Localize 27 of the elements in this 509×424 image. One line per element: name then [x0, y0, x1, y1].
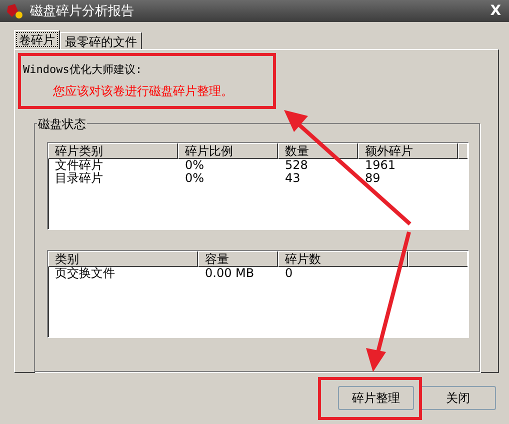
column-header[interactable]: 碎片比例 — [178, 143, 278, 160]
column-header[interactable]: 碎片类别 — [48, 143, 178, 160]
column-header[interactable]: 数量 — [278, 143, 358, 160]
window-title: 磁盘碎片分析报告 — [30, 3, 135, 20]
table-cell-text: 0 — [284, 267, 294, 280]
tab[interactable]: 最零碎的文件 — [60, 32, 142, 49]
advice-message: 您应该对该卷进行磁盘碎片整理。 — [52, 83, 234, 100]
dialog-button[interactable]: 关闭 — [420, 386, 496, 410]
column-header[interactable]: 碎片数 — [278, 251, 408, 268]
table-cell-text: 89 — [364, 172, 382, 186]
tab[interactable]: 卷碎片 — [14, 30, 60, 49]
table-cell-text: 43 — [284, 172, 302, 186]
close-button[interactable]: X — [488, 3, 503, 19]
advice-heading: Windows优化大师建议: — [23, 62, 143, 77]
table-cell-text: 目录碎片 — [54, 172, 104, 186]
table-cell-text: 0% — [184, 172, 206, 186]
table-cell-text: 0.00 MB — [204, 267, 256, 280]
table-cell-text: 文件碎片 — [54, 159, 104, 172]
app-icon — [6, 3, 24, 19]
column-header[interactable]: 类别 — [48, 251, 198, 268]
column-header[interactable]: 额外碎片 — [358, 143, 458, 160]
column-header[interactable]: 容量 — [198, 251, 278, 268]
dialog-button[interactable]: 碎片整理 — [338, 386, 414, 410]
table-cell-text: 0% — [184, 159, 206, 172]
table-cell-text: 1961 — [364, 159, 397, 172]
table-cell-text: 528 — [284, 159, 309, 172]
table-cell-text: 页交换文件 — [54, 267, 116, 280]
